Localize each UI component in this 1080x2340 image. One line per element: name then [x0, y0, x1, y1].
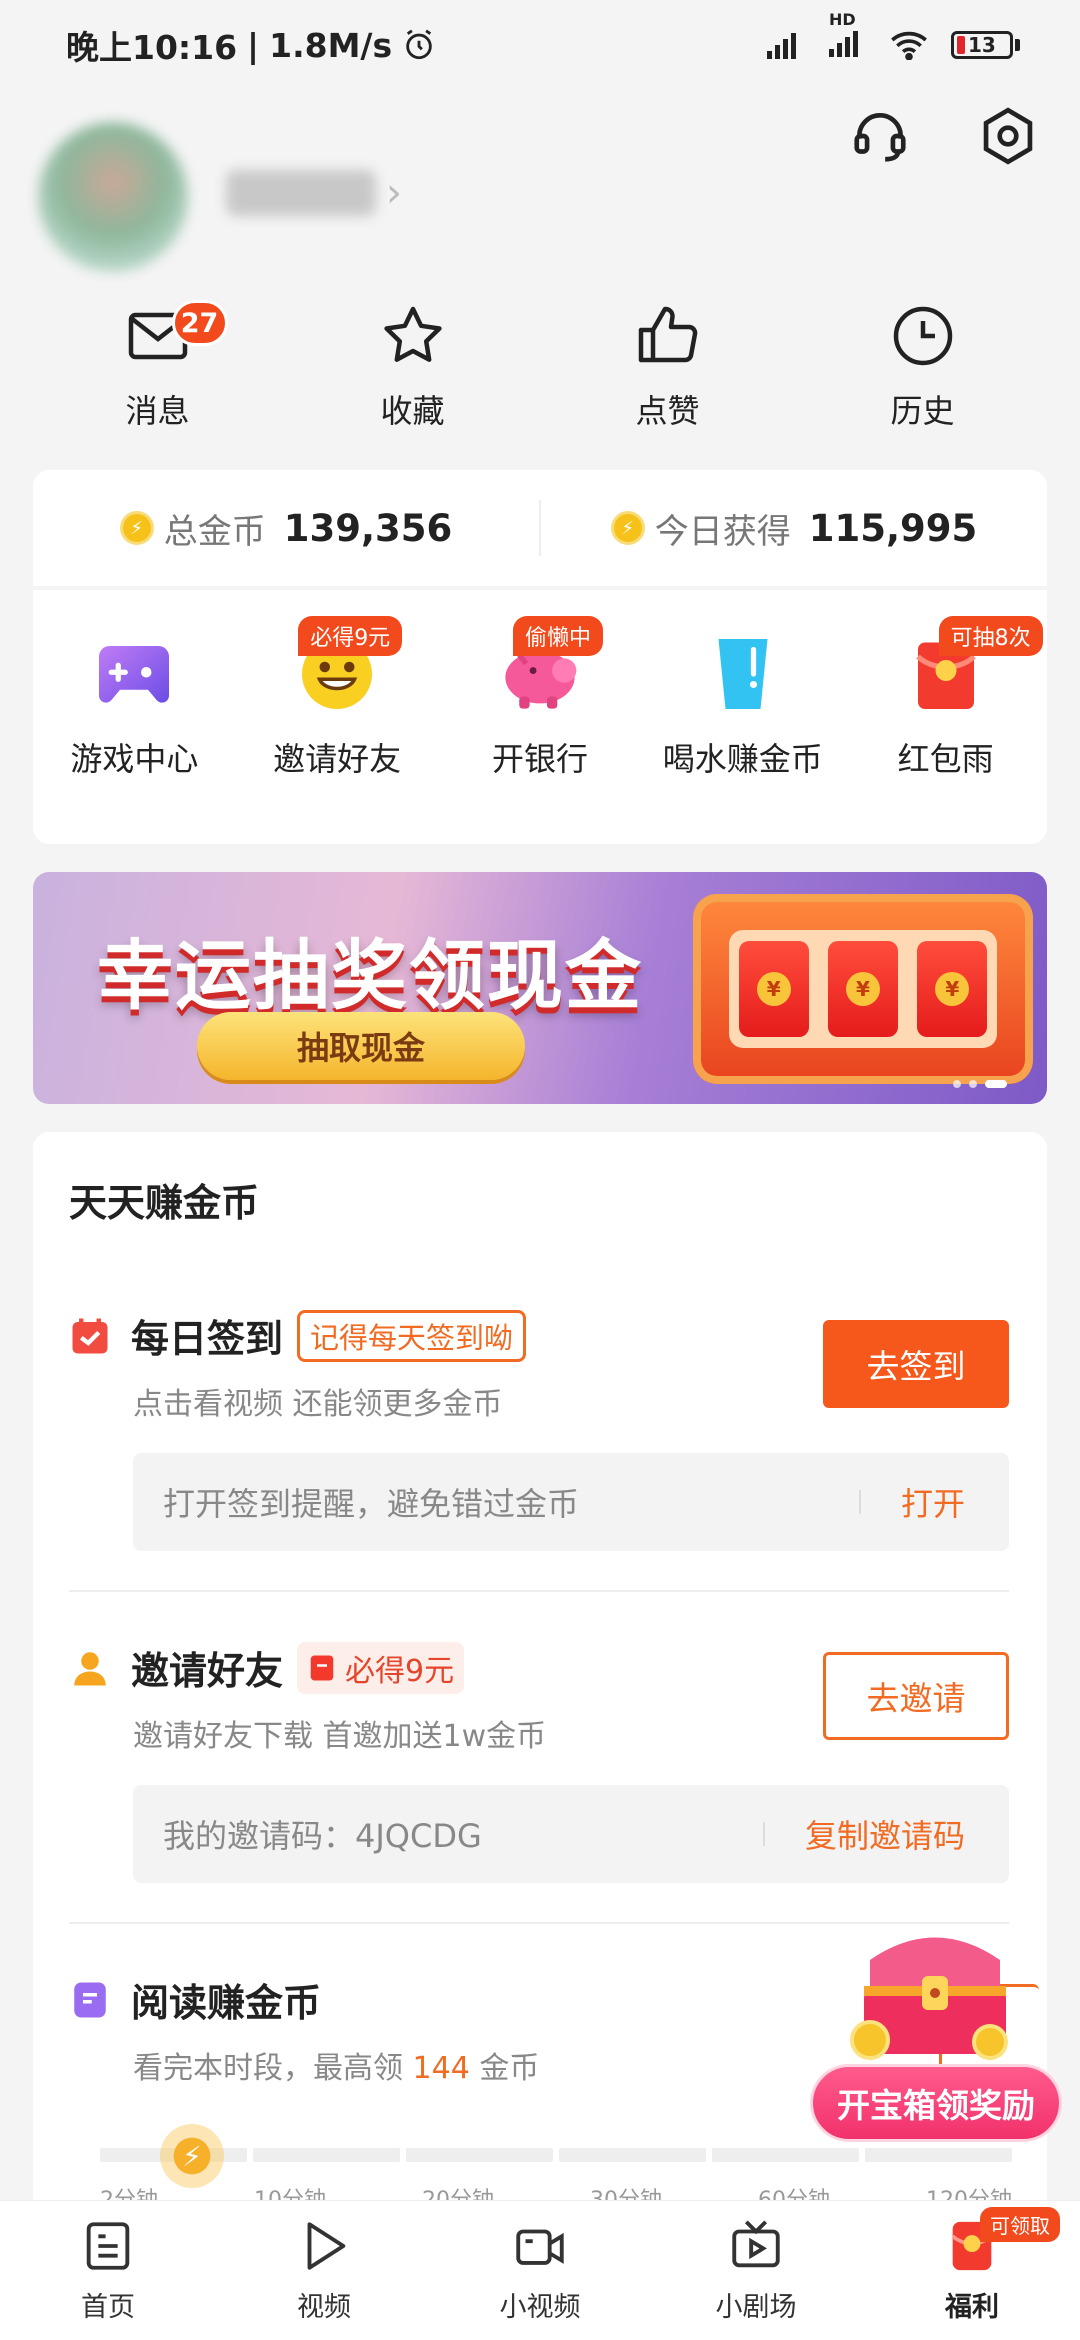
coin-icon: ⚡: [119, 511, 154, 545]
quick-favorites[interactable]: 收藏: [313, 300, 513, 450]
task-invite-name: 邀请好友: [131, 1649, 284, 1693]
username-blurred[interactable]: [226, 170, 376, 216]
tab-welfare[interactable]: 可领取 福利: [882, 2207, 1062, 2324]
progress-segment: [865, 2148, 1012, 2162]
status-time: 晚上10:16: [66, 28, 238, 67]
tasks-title: 天天赚金币: [69, 1181, 260, 1225]
person-icon: [69, 1647, 111, 1689]
treasure-chest[interactable]: [840, 1920, 1030, 2070]
draw-cash-button[interactable]: 抽取现金: [197, 1012, 525, 1080]
quick-likes-label: 点赞: [635, 392, 700, 430]
star-icon: [383, 306, 442, 362]
clock-icon: [893, 306, 952, 366]
banner-pagination: [953, 1080, 1007, 1088]
progress-segment: [559, 2148, 706, 2162]
tool-invite-friends[interactable]: 必得9元 邀请好友: [242, 616, 432, 844]
task-invite: 邀请好友 必得9元 邀请好友下载 首邀加送1w金币 去邀请 我的邀请码：4JQC…: [69, 1640, 1009, 1883]
tool-tag: 可抽8次: [938, 616, 1043, 656]
task-checkin: 每日签到 记得每天签到呦 点击看视频 还能领更多金币 去签到 打开签到提醒，避免…: [69, 1308, 1009, 1551]
status-bar: 晚上10:16 | 1.8M/s HD 13: [0, 0, 1080, 90]
lightning-icon: ⚡: [160, 2124, 224, 2188]
red-envelope-icon: [310, 1655, 334, 1680]
home-doc-icon: [86, 2222, 130, 2270]
thumb-up-icon: [638, 306, 697, 363]
tool-tag: 偷懒中: [512, 616, 603, 656]
progress-segment: [406, 2148, 553, 2162]
camera-icon: [516, 2229, 564, 2265]
enable-reminder-button[interactable]: 打开: [901, 1479, 965, 1525]
quick-likes[interactable]: 点赞: [568, 300, 768, 450]
checkin-button[interactable]: 去签到: [823, 1320, 1009, 1408]
status-speed: 1.8M/s: [269, 25, 393, 65]
quick-favorites-label: 收藏: [380, 392, 445, 430]
book-icon: [69, 1979, 111, 2021]
cup-icon: [718, 639, 768, 709]
tab-short-video[interactable]: 小视频: [450, 2217, 630, 2324]
today-coins[interactable]: ⚡ 今日获得 115,995: [541, 504, 1047, 553]
bottom-tab-bar: 首页 视频 小视频 小剧场 可领取 福利: [0, 2200, 1080, 2340]
gamepad-icon: [99, 646, 170, 703]
wifi-icon: [891, 31, 927, 60]
tool-tag: 必得9元: [298, 616, 403, 656]
slot-machine-illustration: ¥ ¥ ¥: [693, 894, 1033, 1084]
coin-summary: ⚡ 总金币 139,356 ⚡ 今日获得 115,995: [33, 470, 1047, 586]
quick-history-label: 历史: [890, 392, 955, 430]
chevron-right-icon: ›: [386, 170, 402, 216]
quick-history[interactable]: 历史: [823, 300, 1023, 450]
signal-icon: [767, 33, 796, 59]
quick-messages-label: 消息: [125, 392, 190, 430]
battery-icon: 13: [951, 31, 1020, 59]
task-invite-pill: 必得9元: [297, 1641, 465, 1694]
task-checkin-pill: 记得每天签到呦: [297, 1309, 527, 1362]
avatar[interactable]: [38, 122, 188, 272]
total-coins-value: 139,356: [283, 506, 453, 550]
welfare-tag: 可领取: [980, 2207, 1060, 2242]
tool-open-bank[interactable]: 偷懒中 开银行: [445, 616, 635, 844]
quick-actions: 27 消息 收藏 点赞 历史: [30, 300, 1050, 450]
play-icon: [307, 2222, 346, 2270]
tv-icon: [732, 2220, 780, 2268]
calendar-icon: [69, 1315, 111, 1357]
tool-game-center[interactable]: 游戏中心: [39, 632, 229, 844]
tab-mini-theater[interactable]: 小剧场: [666, 2217, 846, 2324]
invite-code-strip: 我的邀请码：4JQCDG 复制邀请码: [133, 1785, 1009, 1883]
banner-title: 幸运抽奖领现金: [97, 931, 643, 1020]
copy-invite-code-button[interactable]: 复制邀请码: [805, 1811, 965, 1857]
message-count-badge: 27: [171, 300, 228, 346]
task-reading-name: 阅读赚金币: [131, 1981, 322, 2025]
settings-button[interactable]: [972, 100, 1044, 172]
invite-button[interactable]: 去邀请: [823, 1652, 1009, 1740]
signal-hd-icon: HD: [827, 10, 867, 65]
total-coins[interactable]: ⚡ 总金币 139,356: [33, 504, 539, 553]
support-button[interactable]: [844, 100, 916, 172]
invite-code: 我的邀请码：4JQCDG: [163, 1817, 482, 1855]
quick-messages[interactable]: 27 消息: [58, 300, 258, 450]
tab-video[interactable]: 视频: [234, 2217, 414, 2324]
treasure-chest-icon: [850, 1937, 1008, 2060]
today-coins-value: 115,995: [808, 506, 978, 550]
progress-segment: [253, 2148, 400, 2162]
progress-segment: [712, 2148, 859, 2162]
gear-icon: [983, 107, 1033, 165]
tool-drink-water[interactable]: 喝水赚金币: [648, 632, 838, 844]
checkin-reminder-strip: 打开签到提醒，避免错过金币 打开: [133, 1453, 1009, 1551]
tool-red-envelope-rain[interactable]: 可抽8次 红包雨: [851, 616, 1043, 844]
tab-home[interactable]: 首页: [18, 2217, 198, 2324]
lottery-banner[interactable]: 幸运抽奖领现金 抽取现金 ¥ ¥ ¥: [33, 872, 1047, 1104]
open-chest-button[interactable]: 开宝箱领奖励: [810, 2064, 1062, 2142]
headset-icon: [854, 113, 906, 162]
task-checkin-name: 每日签到: [131, 1317, 284, 1361]
coin-icon: ⚡: [610, 511, 645, 545]
feature-grid: 游戏中心 必得9元 邀请好友 偷懒中 开银行 喝水赚金币 可抽8次 红包雨: [33, 590, 1047, 844]
alarm-icon: [406, 29, 432, 60]
